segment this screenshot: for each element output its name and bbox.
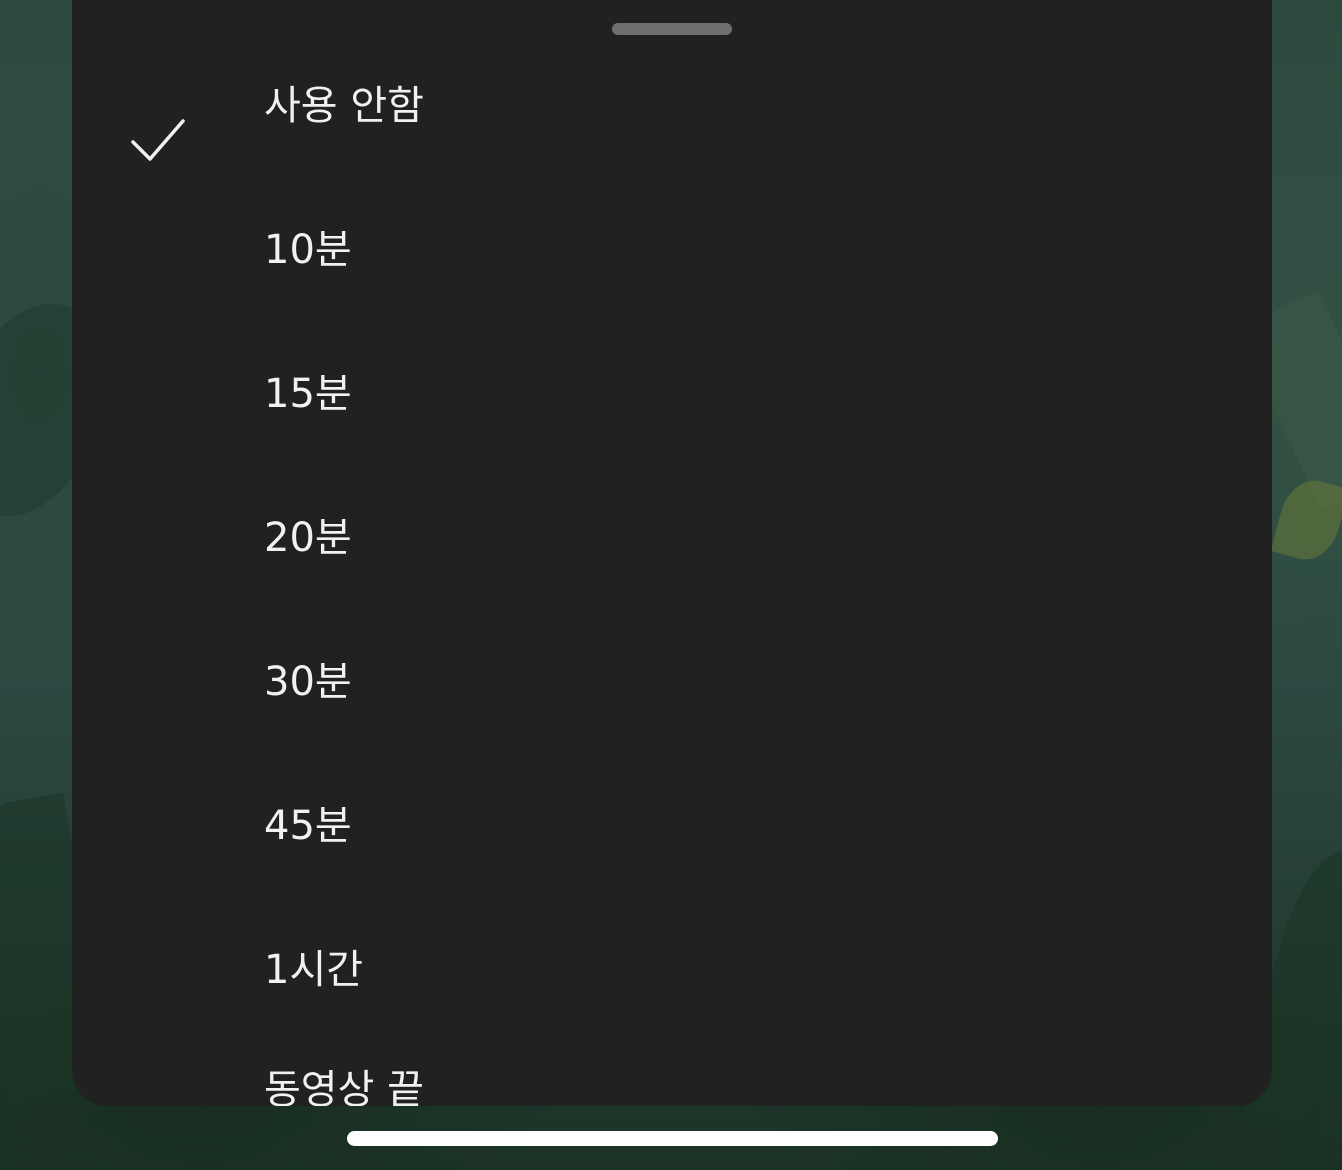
sleep-timer-bottom-sheet: 사용 안함 10분 15분 20분 30분 45분 1시간 동영상 끝 [72,0,1272,1106]
option-label: 15분 [264,371,352,417]
option-label: 45분 [264,803,352,849]
home-indicator[interactable] [347,1131,998,1146]
foliage-decoration [1270,473,1342,567]
option-label: 20분 [264,515,352,561]
option-label: 1시간 [264,947,364,993]
option-1-hour[interactable]: 1시간 [72,898,1272,1042]
option-45-min[interactable]: 45분 [72,754,1272,898]
option-end-of-video[interactable]: 동영상 끝 [72,1042,1272,1106]
option-10-min[interactable]: 10분 [72,178,1272,322]
checkmark-icon [131,119,185,161]
option-label: 사용 안함 [264,83,424,129]
option-30-min[interactable]: 30분 [72,610,1272,754]
option-label: 10분 [264,227,352,273]
option-20-min[interactable]: 20분 [72,466,1272,610]
option-label: 동영상 끝 [264,1067,424,1106]
option-15-min[interactable]: 15분 [72,322,1272,466]
option-label: 30분 [264,659,352,705]
option-off[interactable]: 사용 안함 [72,34,1272,178]
